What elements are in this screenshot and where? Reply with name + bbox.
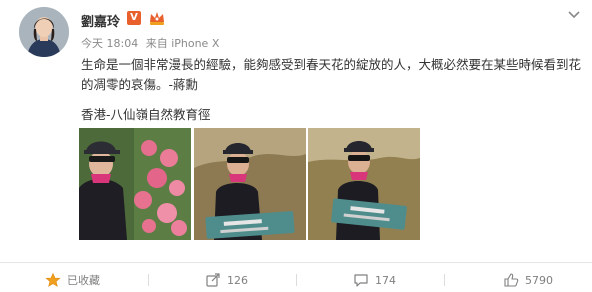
action-bar-divider: [0, 262, 592, 263]
comment-button[interactable]: 174: [353, 269, 396, 291]
photo-thumbnail-1[interactable]: [79, 128, 191, 240]
action-separator: [444, 274, 445, 286]
repost-button[interactable]: 126: [205, 269, 248, 291]
username[interactable]: 劉嘉玲: [81, 11, 120, 30]
comment-count: 174: [375, 273, 396, 287]
post-location: 香港-八仙嶺自然教育徑: [81, 107, 211, 122]
post-source: 来自 iPhone X: [145, 37, 220, 50]
photo-thumbnail-3[interactable]: [308, 128, 420, 240]
repost-count: 126: [227, 273, 248, 287]
repost-icon: [206, 273, 220, 287]
verified-badge-icon: V: [127, 11, 141, 25]
avatar[interactable]: [19, 7, 69, 57]
like-button[interactable]: 5790: [503, 269, 553, 291]
post-text: 生命是一個非常漫長的經驗，能夠感受到春天花的綻放的人，大概必然要在某些時候看到花…: [81, 57, 582, 92]
star-icon: [45, 272, 61, 287]
crown-badge-icon: [148, 10, 166, 26]
favorite-button[interactable]: 已收藏: [45, 269, 100, 291]
action-separator: [148, 274, 149, 286]
post-timestamp[interactable]: 今天 18:04: [81, 37, 138, 50]
thumbs-up-icon: [504, 273, 519, 287]
chevron-down-icon[interactable]: [566, 6, 582, 19]
like-count: 5790: [525, 273, 553, 287]
weibo-post-card: 劉嘉玲 V 今天 18:04 来自 iPhone X 生命是一個非常漫長的經驗，…: [0, 0, 592, 292]
favorite-label: 已收藏: [67, 274, 100, 287]
post-meta: 今天 18:04 来自 iPhone X: [81, 35, 223, 51]
photo-thumbnail-2[interactable]: [194, 128, 306, 240]
comment-icon: [354, 274, 368, 287]
action-separator: [296, 274, 297, 286]
